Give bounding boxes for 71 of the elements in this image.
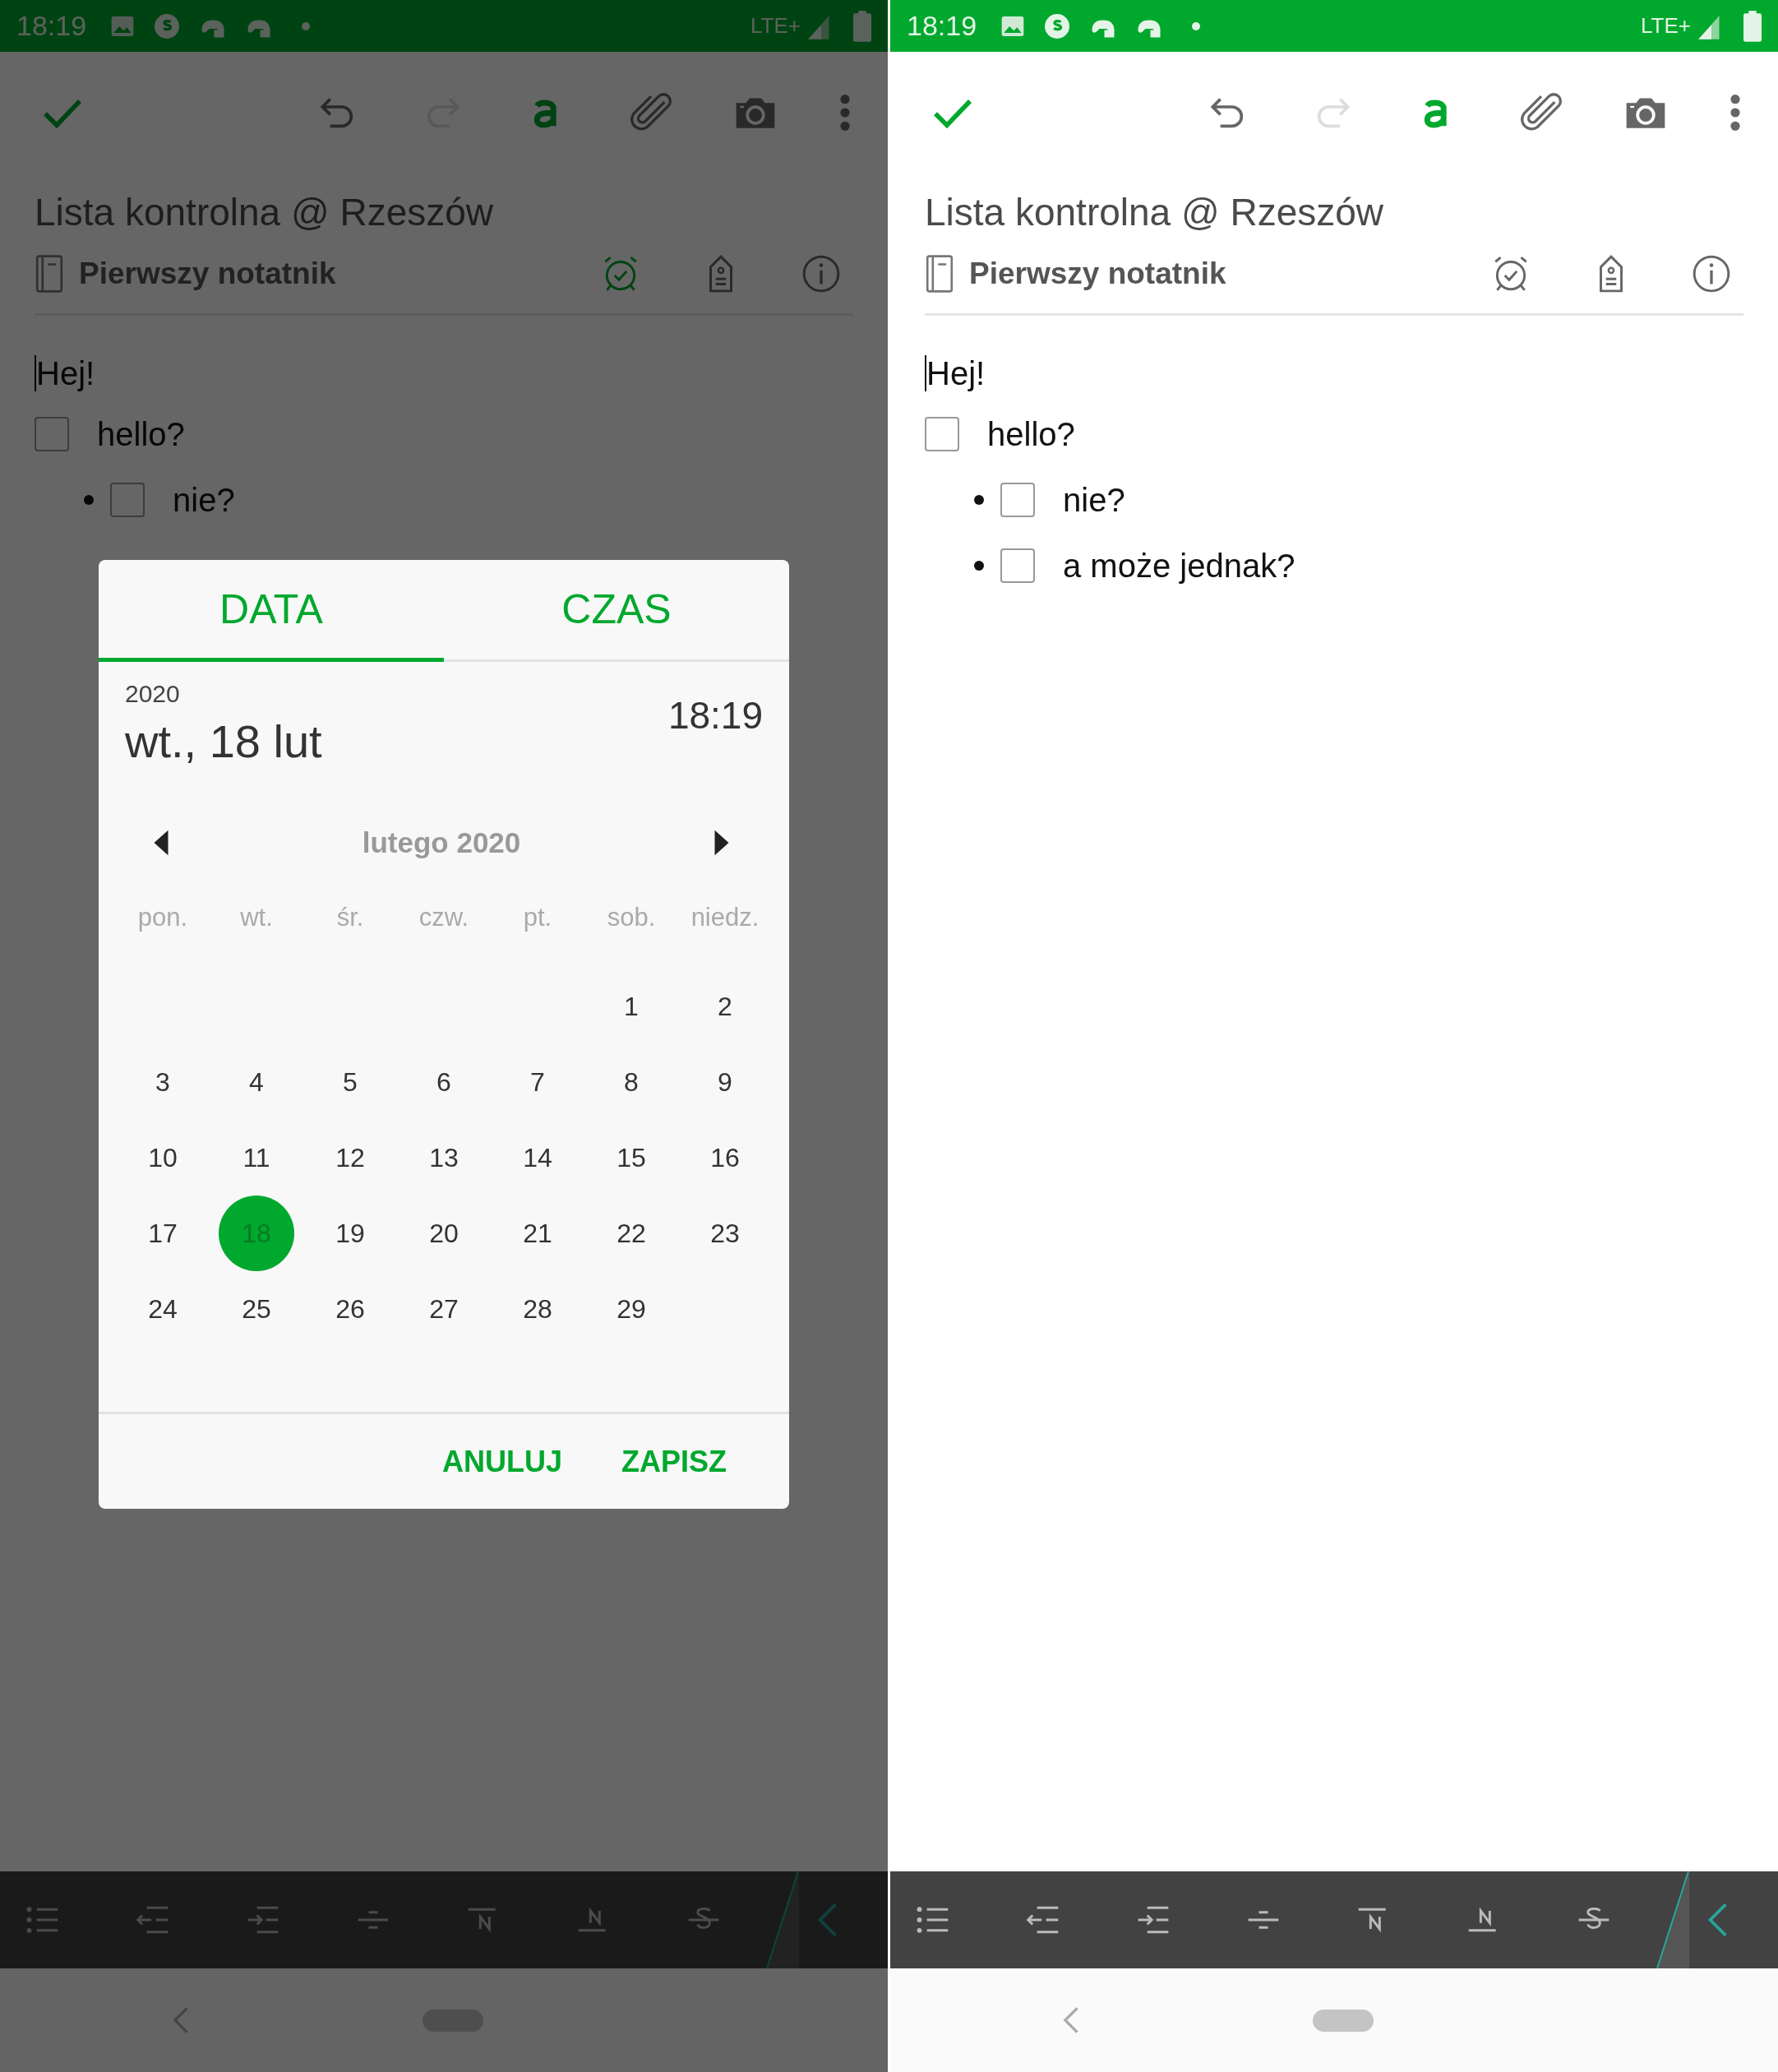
checkbox[interactable] — [925, 417, 959, 451]
notification-dot-icon — [1192, 21, 1201, 30]
calendar-day[interactable]: 26 — [312, 1271, 388, 1347]
calendar-day[interactable]: 1 — [593, 969, 669, 1044]
calendar-day[interactable]: 9 — [687, 1044, 763, 1120]
calendar-day[interactable]: 24 — [125, 1271, 201, 1347]
calendar-day[interactable]: 7 — [500, 1044, 575, 1120]
calendar-day[interactable]: 20 — [406, 1196, 482, 1271]
bullet-icon — [974, 495, 984, 505]
calendar-day[interactable]: 28 — [500, 1271, 575, 1347]
notebook-icon[interactable] — [925, 255, 954, 293]
calendar-day[interactable]: 11 — [219, 1120, 294, 1196]
calendar-day[interactable]: 12 — [312, 1120, 388, 1196]
selected-date: wt., 18 lut — [125, 715, 322, 768]
info-icon[interactable] — [801, 253, 842, 294]
info-icon[interactable] — [1691, 253, 1732, 294]
bullet-icon — [974, 561, 984, 571]
calendar-day[interactable]: 5 — [312, 1044, 388, 1120]
calendar-day[interactable]: 29 — [593, 1271, 669, 1347]
calendar-day[interactable]: 17 — [125, 1196, 201, 1271]
weekday-label: wt. — [239, 902, 274, 933]
checklist-item-text: hello? — [97, 415, 185, 453]
calendar-day[interactable]: 22 — [593, 1196, 669, 1271]
note-text: Hej! — [36, 354, 95, 392]
weekday-label: sob. — [606, 902, 657, 933]
calendar-day[interactable]: 23 — [687, 1196, 763, 1271]
battery-icon — [1743, 9, 1762, 43]
note-text: Hej! — [926, 354, 986, 392]
notebook-name[interactable]: Pierwszy notatnik — [969, 257, 1226, 291]
calendar-day[interactable]: 3 — [125, 1044, 201, 1120]
calendar-day[interactable]: 8 — [593, 1044, 669, 1120]
status-time: 18:19 — [907, 10, 977, 42]
checkbox[interactable] — [1000, 548, 1035, 583]
selected-year[interactable]: 2020 — [125, 680, 322, 708]
checklist-item-text: nie? — [173, 481, 235, 519]
calendar-day[interactable]: 21 — [500, 1196, 575, 1271]
calendar-day[interactable]: 25 — [219, 1271, 294, 1347]
weekday-label: śr. — [335, 902, 365, 933]
weekday-label: czw. — [418, 902, 470, 933]
calendar-day[interactable]: 16 — [687, 1120, 763, 1196]
checklist-item-text: a może jednak? — [1063, 547, 1295, 585]
calendar-day[interactable]: 6 — [406, 1044, 482, 1120]
status-time: 18:19 — [16, 10, 87, 42]
separator-icon — [766, 1871, 799, 1968]
notification-dot-icon — [302, 21, 311, 30]
note-title[interactable]: Lista kontrolna @ Rzeszów — [925, 190, 1743, 234]
checkbox[interactable] — [35, 417, 69, 451]
checklist-item-text: hello? — [987, 415, 1075, 453]
weekday-label: pon. — [136, 902, 189, 933]
network-type: LTE+ — [750, 13, 801, 39]
calendar-day[interactable]: 13 — [406, 1120, 482, 1196]
checkbox[interactable] — [1000, 483, 1035, 517]
weekday-label: pt. — [522, 902, 553, 933]
calendar-day[interactable]: 15 — [593, 1120, 669, 1196]
separator-icon — [1656, 1871, 1689, 1968]
calendar-day[interactable]: 10 — [125, 1120, 201, 1196]
calendar-day[interactable]: 19 — [312, 1196, 388, 1271]
calendar-day[interactable]: 4 — [219, 1044, 294, 1120]
month-title: lutego 2020 — [362, 826, 521, 859]
checklist-item-text: nie? — [1063, 481, 1125, 519]
notebook-icon[interactable] — [35, 255, 64, 293]
weekday-label: niedz. — [690, 902, 760, 933]
calendar-day[interactable]: 14 — [500, 1120, 575, 1196]
checkbox[interactable] — [110, 483, 145, 517]
calendar-day[interactable]: 2 — [687, 969, 763, 1044]
network-type: LTE+ — [1641, 13, 1691, 39]
calendar-day[interactable]: 27 — [406, 1271, 482, 1347]
selected-time: 18:19 — [667, 693, 763, 738]
home-pill[interactable] — [1313, 2009, 1374, 2032]
bullet-icon — [84, 495, 94, 505]
battery-icon — [853, 9, 871, 43]
